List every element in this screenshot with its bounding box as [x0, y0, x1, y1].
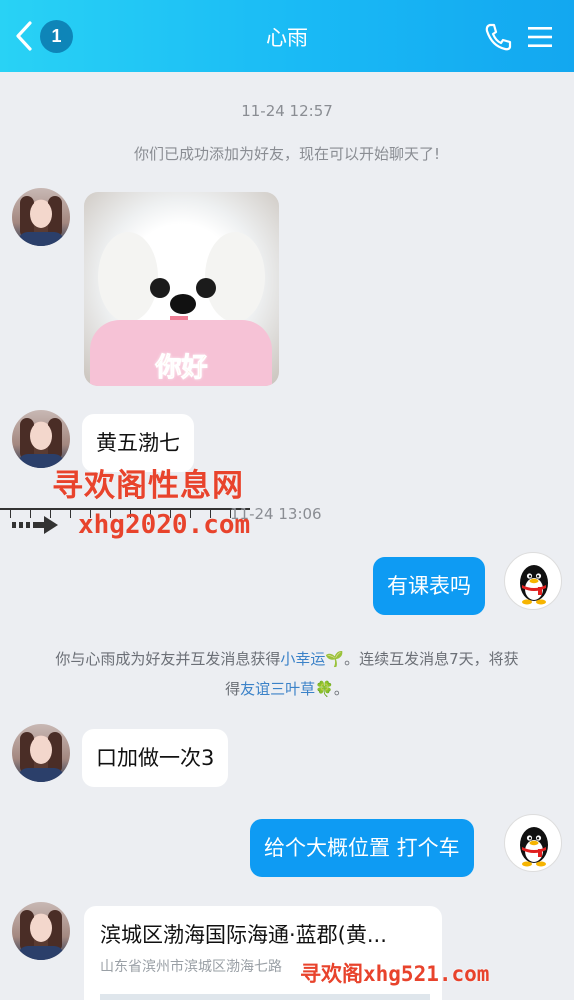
watermark-text: xhg2020.com: [78, 510, 251, 540]
user-avatar[interactable]: [504, 552, 562, 610]
penguin-icon: [520, 565, 548, 605]
system-message: 你们已成功添加为好友，现在可以开始聊天了!: [133, 145, 440, 163]
clover-link[interactable]: 友谊三叶草: [240, 680, 315, 698]
arrow-right-icon: [12, 516, 58, 534]
timestamp: 11-24 12:57: [241, 102, 333, 120]
watermark-text: 寻欢阁xhg521.com: [300, 962, 490, 986]
tip-text: 。: [333, 680, 349, 698]
map-preview[interactable]: [100, 994, 430, 1000]
tip-text: 得: [225, 680, 241, 698]
friendship-tip: 得友谊三叶草🍀。: [0, 674, 574, 704]
title-bar: 1 心雨: [0, 0, 574, 72]
tip-text: 你与心雨成为好友并互发消息获得: [55, 650, 281, 668]
lucky-link[interactable]: 小幸运: [280, 650, 325, 668]
incoming-message[interactable]: 口加做一次3: [82, 729, 229, 787]
location-title: 滨城区渤海国际海通·蓝郡(黄...: [100, 923, 387, 947]
sticker-image[interactable]: 你好: [84, 192, 279, 386]
penguin-icon: [520, 827, 548, 867]
clover-icon: 🍀: [315, 680, 334, 698]
outgoing-message[interactable]: 有课表吗: [373, 557, 485, 615]
sticker-caption: 你好: [155, 353, 208, 384]
outgoing-message[interactable]: 给个大概位置 打个车: [250, 819, 474, 877]
contact-avatar[interactable]: [12, 902, 70, 960]
contact-avatar[interactable]: [12, 188, 70, 246]
menu-icon[interactable]: [526, 24, 554, 50]
friendship-tip: 你与心雨成为好友并互发消息获得小幸运🌱。连续互发消息7天，将获: [0, 644, 574, 674]
tip-text: 。连续互发消息7天，将获: [344, 650, 519, 668]
phone-icon[interactable]: [483, 22, 513, 52]
sprout-icon: 🌱: [325, 650, 345, 668]
watermark-text: 寻欢阁性息网: [52, 468, 244, 504]
contact-avatar[interactable]: [12, 724, 70, 782]
user-avatar[interactable]: [504, 814, 562, 872]
